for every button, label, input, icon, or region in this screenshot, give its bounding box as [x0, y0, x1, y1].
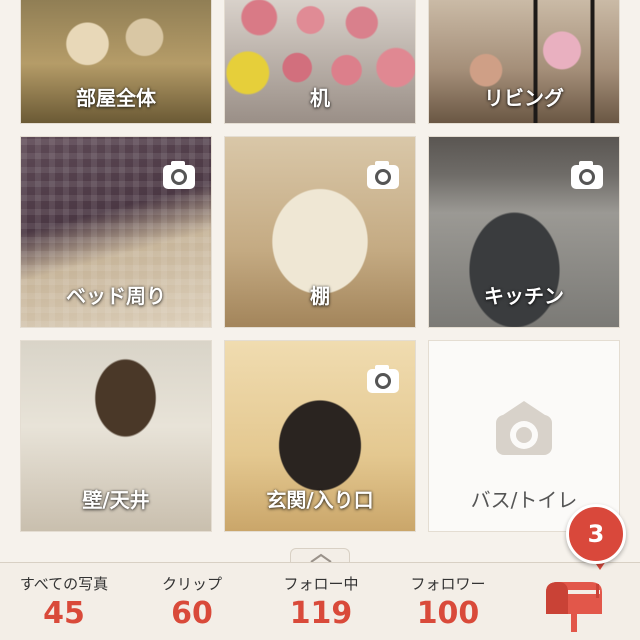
room-label: ベッド周り	[66, 284, 166, 308]
stat-label: すべての写真	[19, 575, 109, 593]
room-tile-whole-room[interactable]: 部屋全体	[20, 0, 212, 124]
camera-icon	[367, 365, 399, 393]
stat-followers[interactable]: フォロワー 100	[394, 573, 502, 631]
camera-icon	[163, 161, 195, 189]
stat-label: フォロー中	[283, 575, 359, 593]
mailbox-icon[interactable]	[538, 574, 610, 634]
stat-value: 100	[416, 596, 480, 631]
room-tile-living[interactable]: リビング	[428, 0, 620, 124]
room-label: キッチン	[484, 284, 564, 308]
room-tile-desk[interactable]: 机	[224, 0, 416, 124]
room-tile-shelf[interactable]: 棚	[224, 136, 416, 328]
room-label: 玄関/入り口	[266, 488, 374, 512]
room-tile-bath-toilet[interactable]: バス/トイレ	[428, 340, 620, 532]
room-label: リビング	[484, 86, 564, 110]
room-label: 壁/天井	[82, 488, 150, 512]
room-tile-wall-ceiling[interactable]: 壁/天井	[20, 340, 212, 532]
stat-label: フォロワー	[410, 575, 486, 593]
room-label: 机	[310, 86, 330, 110]
room-tile-kitchen[interactable]: キッチン	[428, 136, 620, 328]
stat-following[interactable]: フォロー中 119	[266, 573, 376, 631]
stat-clips[interactable]: クリップ 60	[140, 573, 244, 631]
room-tile-bedside[interactable]: ベッド周り	[20, 136, 212, 328]
stat-value: 60	[171, 596, 213, 631]
stat-value: 45	[43, 596, 85, 631]
camera-placeholder-icon	[496, 401, 552, 455]
room-photo-grid: 部屋全体 机 リビング ベッド周り 棚 キッチン 壁/天井 玄関/入り口 バス/…	[0, 0, 640, 560]
stat-label: クリップ	[161, 575, 222, 593]
camera-icon	[367, 161, 399, 189]
camera-icon	[571, 161, 603, 189]
room-tile-entrance[interactable]: 玄関/入り口	[224, 340, 416, 532]
room-label: 棚	[310, 284, 330, 308]
room-label: 部屋全体	[76, 86, 156, 110]
notification-badge[interactable]: 3	[566, 504, 626, 564]
stat-all-photos[interactable]: すべての写真 45	[4, 573, 124, 631]
stat-value: 119	[289, 596, 353, 631]
